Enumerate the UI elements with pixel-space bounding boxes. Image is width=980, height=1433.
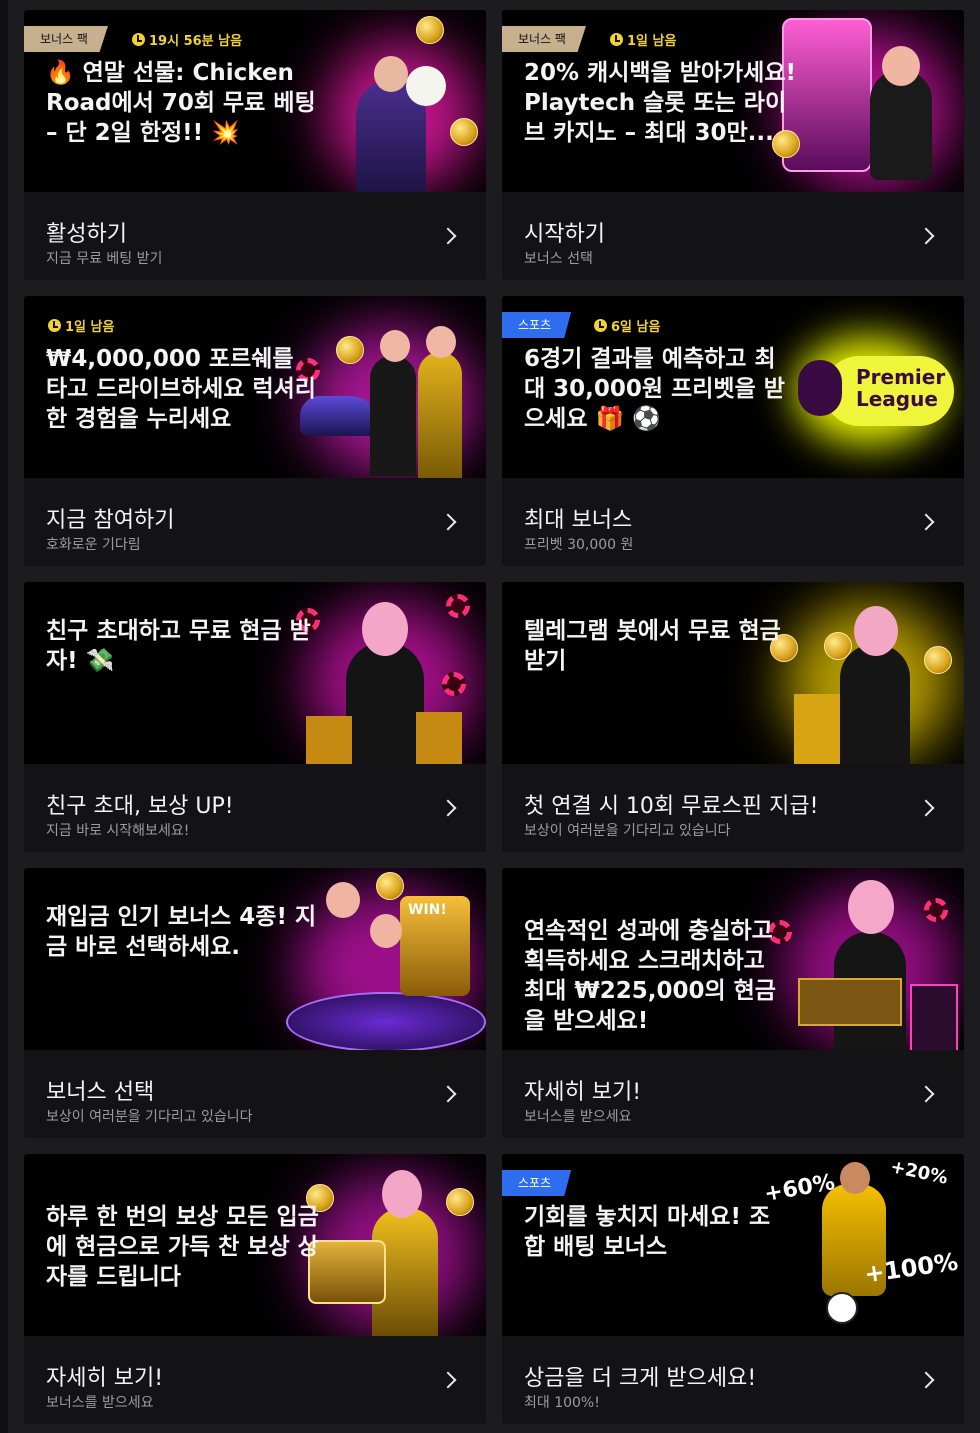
time-remaining: 6일 남음 [594,316,660,335]
promo-headline: 🔥 연말 선물: Chicken Road에서 70회 무료 베팅 – 단 2일… [46,60,316,146]
promo-cta[interactable]: 지금 참여하기 호화로운 기다림 [24,478,486,566]
promo-banner: 스포츠 6일 남음 6경기 결과를 예측하고 최대 30,000원 프리벳을 받… [502,296,964,478]
timer-text: 1일 남음 [65,320,115,335]
cta-title: 지금 참여하기 [46,508,175,533]
slot-win-label: WIN! [408,902,447,918]
promo-headline: 텔레그램 봇에서 무료 현금 받기 [524,618,781,674]
bonus-pack-tag: 보너스 팩 [24,26,108,52]
promo-cta[interactable]: 자세히 보기! 보너스를 받으세요 [502,1050,964,1138]
time-remaining: 19시 56분 남음 [132,30,242,49]
promo-cta[interactable]: 친구 초대, 보상 UP! 지금 바로 시작해보세요! [24,764,486,852]
promo-card-porsche[interactable]: 1일 남음 ₩4,000,000 포르쉐를 타고 드라이브하세요 럭셔리한 경험… [24,296,486,566]
clock-icon [610,33,623,46]
promo-cta[interactable]: 활성하기 지금 무료 베팅 받기 [24,192,486,280]
cta-title: 첫 연결 시 10회 무료스핀 지급! [524,794,819,819]
cta-title: 보너스 선택 [46,1080,155,1105]
cta-title: 활성하기 [46,222,127,247]
cta-title: 자세히 보기! [46,1366,164,1391]
cta-subtitle: 프리벳 30,000 원 [524,537,634,553]
cta-subtitle: 보상이 여러분을 기다리고 있습니다 [524,823,731,839]
chevron-right-icon[interactable] [917,1085,935,1103]
promo-card-chicken-road[interactable]: 보너스 팩 19시 56분 남음 🔥 연말 선물: Chicken Road에서… [24,10,486,280]
promo-headline: 하루 한 번의 보상 모든 입금에 현금으로 가득 찬 보상 상자를 드립니다 [46,1204,319,1290]
premier-league-logo: Premier League [764,296,964,478]
left-edge [0,0,8,1433]
chevron-right-icon[interactable] [439,227,457,245]
cta-subtitle: 지금 바로 시작해보세요! [46,823,190,839]
cta-title: 상금을 더 크게 받으세요! [524,1366,757,1391]
cta-subtitle: 보너스 선택 [524,251,593,267]
chevron-right-icon[interactable] [917,513,935,531]
clock-icon [132,33,145,46]
chevron-right-icon[interactable] [917,1371,935,1389]
cta-subtitle: 보너스를 받으세요 [46,1395,154,1411]
promo-cta[interactable]: 시작하기 보너스 선택 [502,192,964,280]
promo-banner: 친구 초대하고 무료 현금 받자! 💸 [24,582,486,764]
cta-subtitle: 지금 무료 베팅 받기 [46,251,163,267]
bonus-pack-tag: 보너스 팩 [502,26,586,52]
chevron-right-icon[interactable] [439,1085,457,1103]
cta-title: 친구 초대, 보상 UP! [46,794,234,819]
timer-text: 19시 56분 남음 [149,34,243,49]
chevron-right-icon[interactable] [439,799,457,817]
chevron-right-icon[interactable] [439,513,457,531]
promo-headline: 친구 초대하고 무료 현금 받자! 💸 [46,618,311,674]
timer-text: 1일 남음 [627,34,677,49]
football-player-art: +60% +20% +100% [762,1154,964,1336]
clock-icon [48,319,61,332]
clock-icon [594,319,607,332]
chevron-right-icon[interactable] [439,1371,457,1389]
promo-card-playtech-cashback[interactable]: 보너스 팩 1일 남음 20% 캐시백을 받아가세요! Playtech 슬롯 … [502,10,964,280]
logo-line-1: Premier [856,365,946,389]
promo-card-invite-friend[interactable]: 친구 초대하고 무료 현금 받자! 💸 친구 초대, 보상 UP! 지금 바로 … [24,582,486,852]
promo-headline: 20% 캐시백을 받아가세요! Playtech 슬롯 또는 라이브 카지노 –… [524,60,796,146]
promo-banner: 재입금 인기 보너스 4종! 지금 바로 선택하세요. WIN! [24,868,486,1050]
promo-banner: 스포츠 기회를 놓치지 마세요! 조합 배팅 보너스 +60% +20% +10… [502,1154,964,1336]
cta-subtitle: 보상이 여러분을 기다리고 있습니다 [46,1109,253,1125]
promo-banner: 보너스 팩 1일 남음 20% 캐시백을 받아가세요! Playtech 슬롯 … [502,10,964,192]
time-remaining: 1일 남음 [610,30,676,49]
cta-subtitle: 최대 100%! [524,1395,600,1411]
logo-line-2: League [856,387,938,411]
timer-text: 6일 남음 [611,320,661,335]
chevron-right-icon[interactable] [917,227,935,245]
promo-headline: 연속적인 성과에 충실하고 획득하세요 스크래치하고 최대 ₩225,000의 … [524,918,776,1034]
promo-headline: 6경기 결과를 예측하고 최대 30,000원 프리벳을 받으세요 🎁 ⚽ [524,346,785,432]
promo-banner: 텔레그램 봇에서 무료 현금 받기 [502,582,964,764]
promo-card-telegram-bot[interactable]: 텔레그램 봇에서 무료 현금 받기 첫 연결 시 10회 무료스핀 지급! 보상… [502,582,964,852]
scratch-card-art [764,868,964,1050]
sports-tag: 스포츠 [502,1170,572,1196]
promo-card-premier-league[interactable]: 스포츠 6일 남음 6경기 결과를 예측하고 최대 30,000원 프리벳을 받… [502,296,964,566]
promotions-grid: 보너스 팩 19시 56분 남음 🔥 연말 선물: Chicken Road에서… [24,10,964,1424]
promo-banner: 보너스 팩 19시 56분 남음 🔥 연말 선물: Chicken Road에서… [24,10,486,192]
promo-banner: 하루 한 번의 보상 모든 입금에 현금으로 가득 찬 보상 상자를 드립니다 [24,1154,486,1336]
promo-banner: 연속적인 성과에 충실하고 획득하세요 스크래치하고 최대 ₩225,000의 … [502,868,964,1050]
promo-cta[interactable]: 보너스 선택 보상이 여러분을 기다리고 있습니다 [24,1050,486,1138]
promo-cta[interactable]: 첫 연결 시 10회 무료스핀 지급! 보상이 여러분을 기다리고 있습니다 [502,764,964,852]
promo-card-redeposit[interactable]: 재입금 인기 보너스 4종! 지금 바로 선택하세요. WIN! 보너스 선택 … [24,868,486,1138]
promo-banner: 1일 남음 ₩4,000,000 포르쉐를 타고 드라이브하세요 럭셔리한 경험… [24,296,486,478]
time-remaining: 1일 남음 [48,316,114,335]
promo-headline: ₩4,000,000 포르쉐를 타고 드라이브하세요 럭셔리한 경험을 누리세요 [46,346,316,432]
promo-card-combo-bet[interactable]: 스포츠 기회를 놓치지 마세요! 조합 배팅 보너스 +60% +20% +10… [502,1154,964,1424]
cta-title: 자세히 보기! [524,1080,642,1105]
percent-20: +20% [888,1156,950,1189]
chevron-right-icon[interactable] [917,799,935,817]
promo-card-daily-reward[interactable]: 하루 한 번의 보상 모든 입금에 현금으로 가득 찬 보상 상자를 드립니다 … [24,1154,486,1424]
cta-subtitle: 보너스를 받으세요 [524,1109,632,1125]
promo-card-scratch[interactable]: 연속적인 성과에 충실하고 획득하세요 스크래치하고 최대 ₩225,000의 … [502,868,964,1138]
promo-cta[interactable]: 최대 보너스 프리벳 30,000 원 [502,478,964,566]
sports-tag: 스포츠 [502,312,572,338]
promo-headline: 재입금 인기 보너스 4종! 지금 바로 선택하세요. [46,904,317,960]
cta-subtitle: 호화로운 기다림 [46,537,141,553]
cta-title: 최대 보너스 [524,508,633,533]
promo-cta[interactable]: 자세히 보기! 보너스를 받으세요 [24,1336,486,1424]
cta-title: 시작하기 [524,222,605,247]
promo-cta[interactable]: 상금을 더 크게 받으세요! 최대 100%! [502,1336,964,1424]
promo-headline: 기회를 놓치지 마세요! 조합 배팅 보너스 [524,1204,771,1260]
